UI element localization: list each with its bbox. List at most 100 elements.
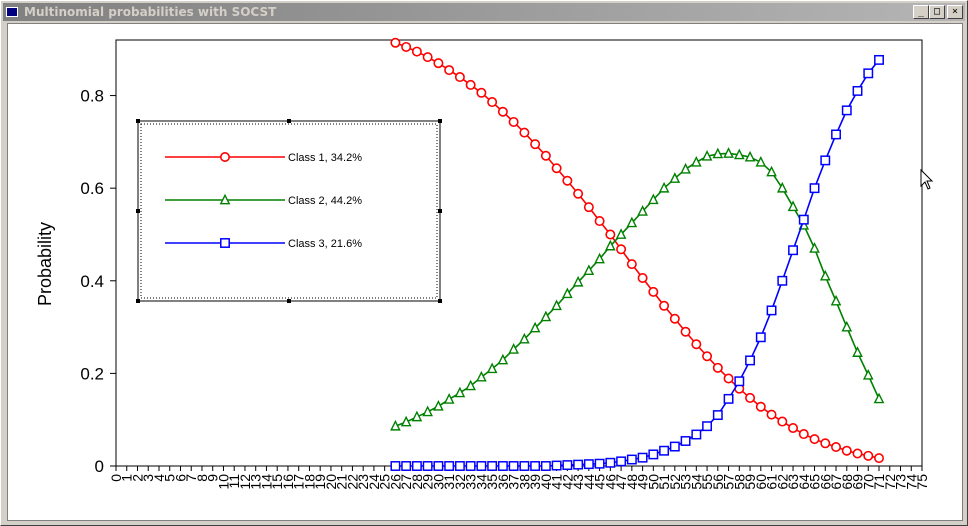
data-point	[831, 442, 842, 453]
legend[interactable]: Class 1, 34.2% Class 2, 44.2% Class 3, 21.…	[136, 119, 442, 303]
data-point	[616, 244, 627, 255]
data-point	[583, 459, 594, 470]
y-tick-label: 0	[95, 457, 104, 476]
resize-handle[interactable]	[136, 299, 140, 303]
data-point	[809, 434, 820, 445]
data-point	[820, 438, 831, 449]
data-point	[680, 326, 691, 337]
data-point	[422, 461, 433, 471]
data-point	[723, 393, 734, 404]
resize-handle[interactable]	[438, 209, 442, 213]
data-point	[820, 155, 831, 166]
data-point	[691, 339, 702, 350]
window-icon[interactable]	[6, 7, 18, 17]
data-point	[659, 445, 670, 456]
data-point	[702, 351, 713, 362]
data-point	[583, 202, 594, 213]
chart-window: Multinomial probabilities with SOCST _ □…	[0, 0, 968, 526]
data-point	[594, 216, 605, 227]
data-point	[508, 461, 519, 471]
minimize-button[interactable]: _	[913, 5, 929, 19]
data-point	[852, 85, 863, 96]
data-point	[562, 460, 573, 471]
chart-area: Probability 0 0.2 0.4 0.6 0.8 0 1 2 3 4 5 6 7 8 9 10 11…	[7, 23, 963, 521]
data-point	[863, 68, 874, 79]
data-point	[605, 457, 616, 468]
data-point	[433, 461, 444, 471]
data-point	[422, 52, 433, 63]
data-point	[390, 461, 401, 471]
data-point	[766, 409, 777, 420]
data-point	[777, 416, 788, 427]
y-axis: 0 0.2 0.4 0.6 0.8	[80, 87, 116, 476]
data-point	[637, 452, 648, 463]
data-point	[487, 461, 498, 471]
legend-box[interactable]	[137, 120, 441, 302]
resize-handle[interactable]	[438, 119, 442, 123]
data-point	[831, 129, 841, 140]
resize-handle[interactable]	[136, 209, 140, 213]
data-point	[390, 37, 401, 48]
data-point	[712, 410, 723, 421]
resize-handle[interactable]	[287, 119, 291, 123]
y-axis-label: Probability	[35, 222, 55, 306]
data-point	[626, 259, 637, 270]
data-point	[702, 421, 713, 432]
mouse-cursor-icon	[920, 168, 934, 190]
close-button[interactable]: ×	[947, 5, 963, 19]
data-point	[401, 41, 412, 52]
probability-chart: Probability 0 0.2 0.4 0.6 0.8 01234567891011…	[35, 37, 934, 490]
data-point	[723, 373, 734, 384]
data-point	[680, 436, 691, 446]
data-point	[874, 453, 885, 464]
data-point	[465, 461, 476, 471]
data-point	[444, 65, 455, 76]
data-point	[766, 305, 777, 316]
x-tick-label: 75	[914, 474, 930, 490]
data-point	[863, 450, 874, 461]
legend-marker	[220, 238, 230, 248]
window-title: Multinomial probabilities with SOCST	[24, 5, 277, 19]
data-point	[476, 461, 487, 471]
data-point	[540, 150, 551, 161]
legend-label: Class 3, 21.6%	[288, 238, 362, 250]
data-point	[530, 461, 541, 471]
data-point	[508, 116, 519, 127]
window-controls: _ □ ×	[913, 5, 963, 19]
data-point	[745, 392, 756, 403]
data-point	[745, 355, 756, 366]
data-point	[573, 188, 584, 199]
data-point	[874, 54, 884, 65]
data-point	[788, 423, 799, 434]
legend-marker	[220, 152, 231, 163]
title-bar[interactable]: Multinomial probabilities with SOCST _ □…	[3, 3, 965, 21]
resize-handle[interactable]	[287, 299, 291, 303]
data-point	[852, 448, 863, 459]
data-point	[465, 79, 476, 90]
resize-handle[interactable]	[136, 119, 140, 123]
y-tick-label: 0.6	[80, 179, 104, 198]
data-point	[755, 332, 766, 343]
data-point	[401, 461, 412, 471]
data-point	[444, 461, 455, 471]
data-point	[530, 139, 541, 150]
data-point	[637, 273, 648, 284]
data-point	[755, 401, 766, 412]
data-point	[562, 175, 573, 186]
data-point	[777, 275, 788, 286]
data-point	[487, 97, 498, 108]
data-point	[841, 445, 852, 456]
legend-label: Class 2, 44.2%	[288, 195, 362, 207]
data-point	[648, 449, 659, 460]
data-point	[497, 461, 508, 471]
data-point	[605, 229, 616, 240]
data-point	[519, 461, 530, 471]
data-point	[669, 441, 680, 452]
maximize-button[interactable]: □	[929, 5, 945, 19]
data-point	[411, 461, 422, 471]
data-point	[691, 429, 702, 440]
y-tick-label: 0.2	[80, 364, 104, 383]
data-point	[712, 362, 723, 373]
resize-handle[interactable]	[438, 299, 442, 303]
data-point	[454, 461, 465, 471]
